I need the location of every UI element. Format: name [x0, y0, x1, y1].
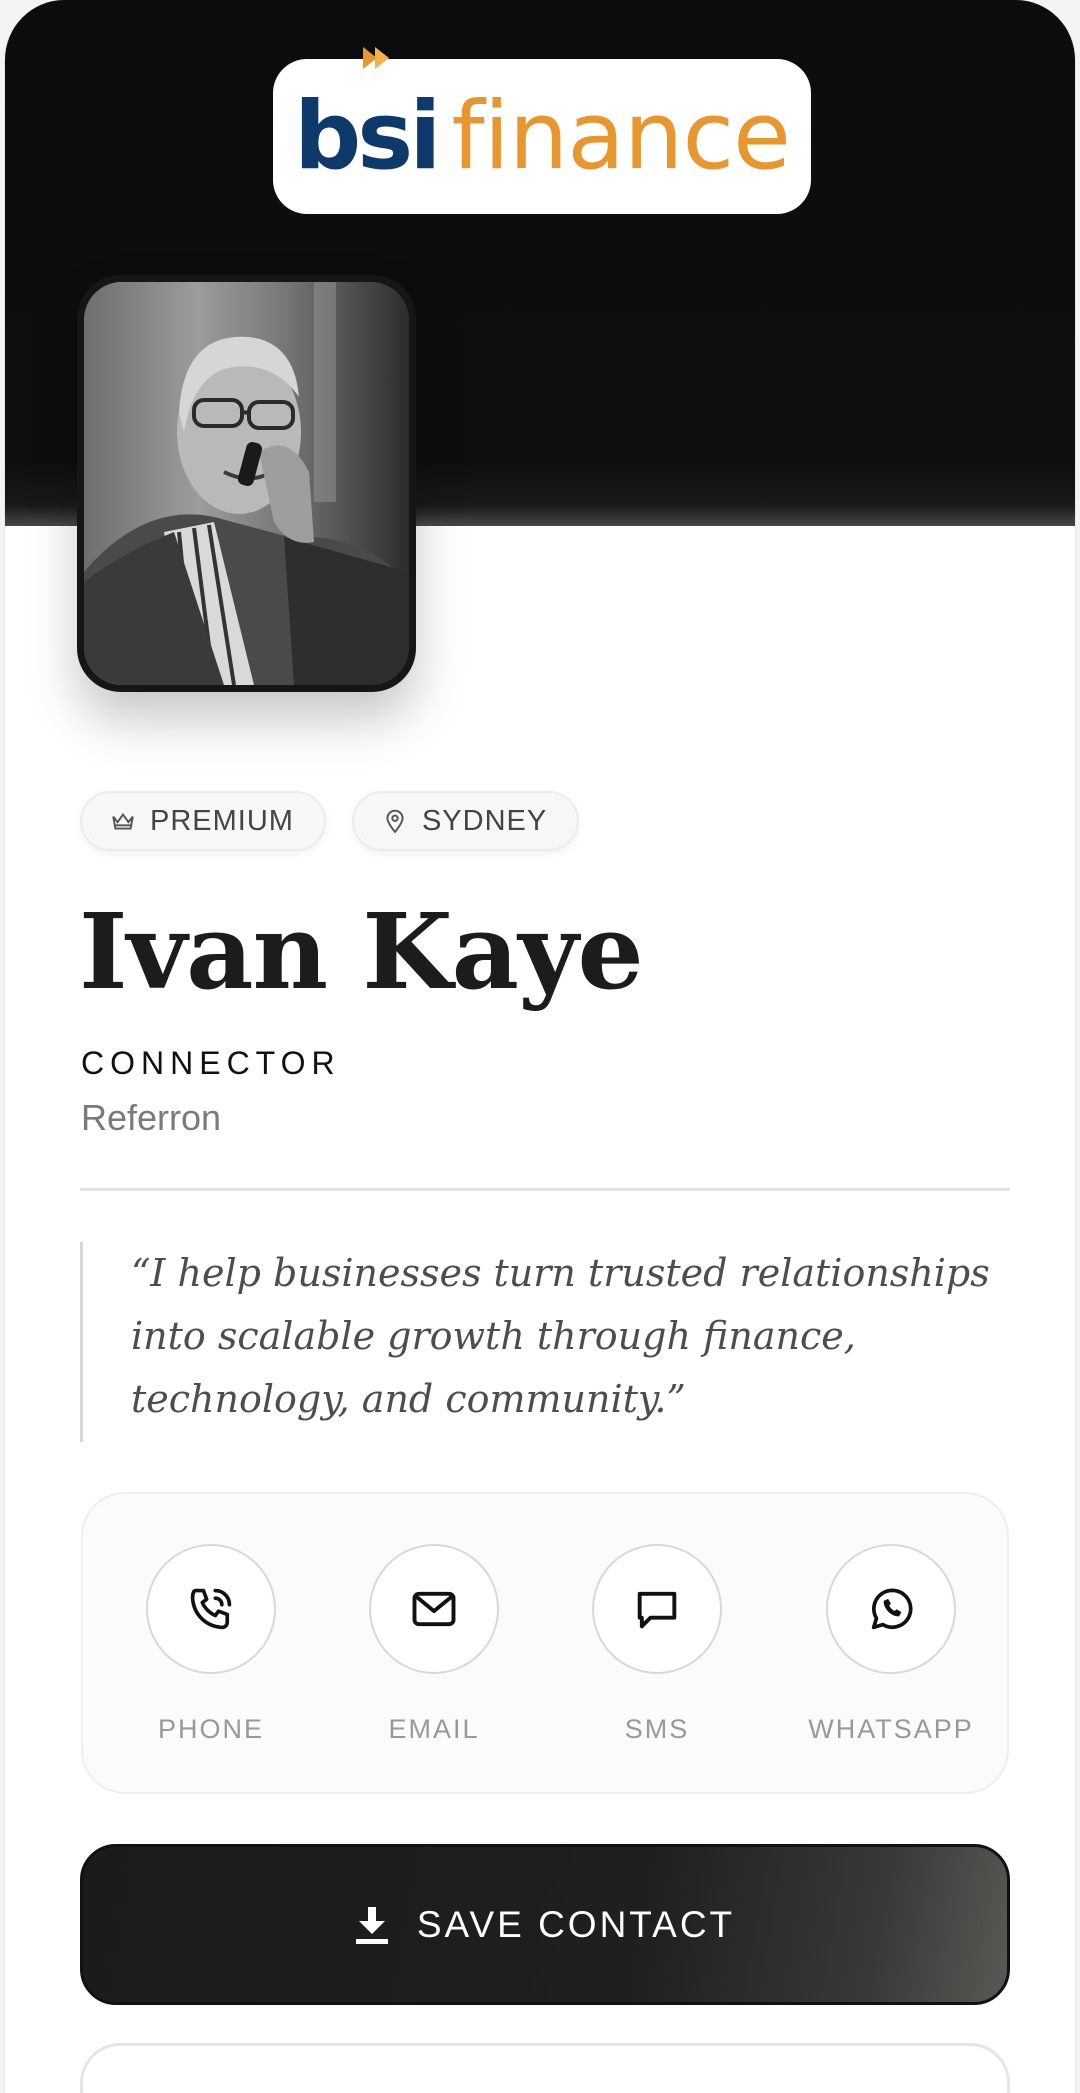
action-label: WHATSAPP — [808, 1714, 974, 1744]
phone-action[interactable]: PHONE — [121, 1544, 301, 1745]
portrait-image — [84, 282, 409, 685]
brand-logo: bsi finance — [273, 47, 811, 214]
save-contact-label: SAVE CONTACT — [416, 1903, 736, 1945]
map-pin-icon — [386, 809, 404, 834]
badge-label: PREMIUM — [150, 804, 294, 837]
person-name: Ivan Kaye — [79, 890, 644, 1013]
portrait-illustration — [84, 282, 409, 685]
save-contact-button[interactable]: SAVE CONTACT — [80, 1844, 1010, 2005]
profile-card: bsi finance PREMIUM SYDNEY Ivan Kaye CON… — [4, 0, 1076, 2093]
sms-action[interactable]: SMS — [567, 1544, 747, 1745]
logo-bsi-text: bsi — [294, 81, 441, 191]
mail-icon — [412, 1591, 456, 1627]
profile-photo — [77, 275, 416, 692]
phone-button[interactable] — [146, 1544, 276, 1674]
sms-button[interactable] — [592, 1544, 722, 1674]
email-action[interactable]: EMAIL — [344, 1544, 524, 1745]
whatsapp-icon — [871, 1588, 913, 1630]
badge-label: SYDNEY — [421, 804, 548, 837]
logo-arrow-icon — [363, 47, 389, 69]
download-icon — [355, 1906, 388, 1944]
quote-text: “I help businesses turn trusted relation… — [131, 1251, 990, 1421]
phone-icon — [190, 1588, 232, 1630]
bio-quote: “I help businesses turn trusted relation… — [80, 1242, 1010, 1442]
next-section-panel — [80, 2043, 1010, 2093]
whatsapp-action[interactable]: WHATSAPP — [791, 1544, 991, 1745]
premium-badge: PREMIUM — [80, 791, 326, 851]
crown-icon — [112, 812, 134, 830]
company-name: Referron — [81, 1097, 222, 1138]
person-role: CONNECTOR — [81, 1045, 341, 1081]
whatsapp-button[interactable] — [826, 1544, 956, 1674]
action-label: SMS — [624, 1714, 690, 1744]
logo-finance-text: finance — [451, 81, 790, 191]
location-badge: SYDNEY — [351, 791, 580, 851]
email-button[interactable] — [369, 1544, 499, 1674]
contact-actions-panel: PHONE EMAIL SMS WHATSAPP — [81, 1492, 1009, 1794]
divider — [80, 1188, 1010, 1191]
badge-row: PREMIUM SYDNEY — [80, 791, 580, 851]
action-label: PHONE — [157, 1714, 265, 1744]
action-label: EMAIL — [388, 1714, 480, 1744]
message-icon — [637, 1591, 677, 1629]
